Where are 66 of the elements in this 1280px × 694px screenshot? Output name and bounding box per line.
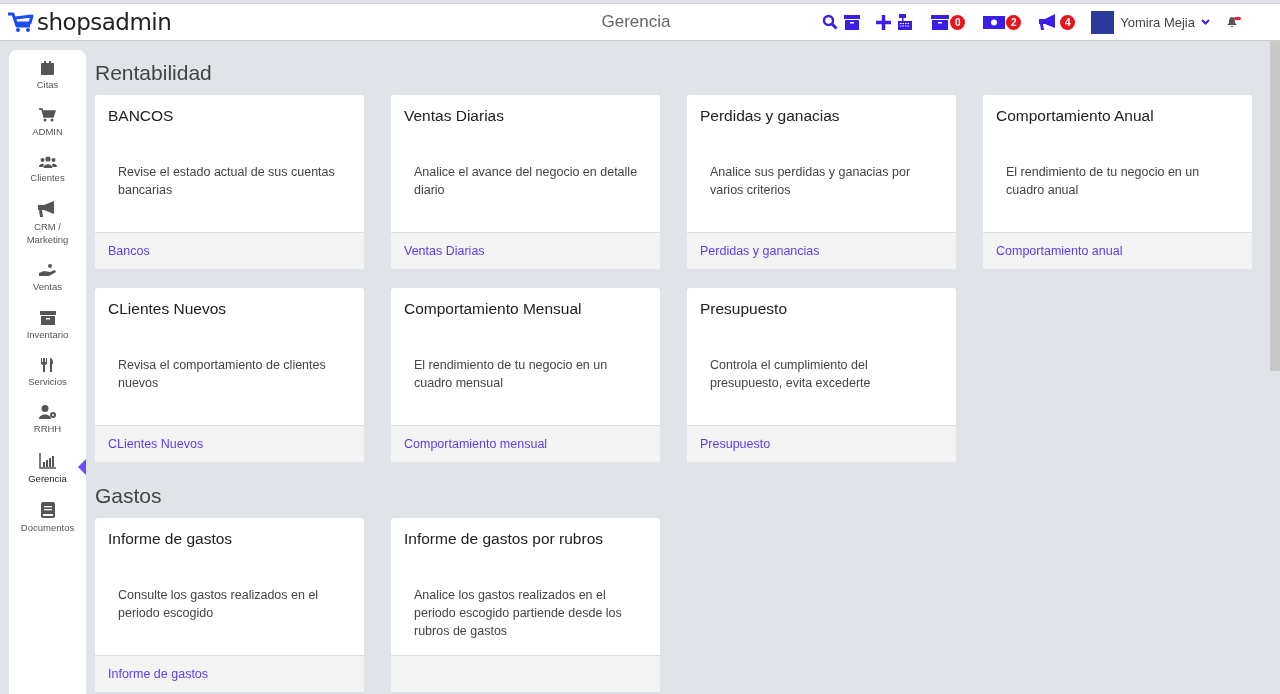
cash-register-icon[interactable] [897,14,914,30]
active-pointer-icon [78,458,86,475]
section-title: Rentabilidad [95,61,213,85]
card-title: Perdidas y ganacias [699,106,841,125]
megaphone-icon [38,200,57,217]
calendar-icon [41,61,54,75]
utensils-icon [41,358,54,373]
sidebar-item[interactable]: Servicios [9,355,86,403]
archive-icon[interactable] [844,14,861,30]
sidebar-item[interactable]: Ventas [9,260,86,308]
card-description: El rendimiento de tu negocio en un cuadro anual [1005,164,1201,199]
card-description: Revise el estado actual de sus cuentas bancarias [117,164,336,199]
card-link[interactable]: Comportamiento anual [996,244,1123,258]
bell-icon[interactable] [1226,15,1242,29]
user-name[interactable]: Yomira Mejia [1120,14,1195,30]
card-link[interactable]: Informe de gastos [108,667,209,681]
card-link[interactable]: Ventas Diarias [404,244,485,258]
user-gear-icon [38,405,57,420]
count-badge: 2 [1006,14,1022,30]
sidebar-item[interactable]: Documentos [9,498,86,549]
card-description: El rendimiento de tu negocio en un cuadro mensual [413,357,609,392]
sidebar-item[interactable]: Inventario [9,307,86,356]
sidebar-item[interactable]: Clientes [9,152,86,198]
avatar-image [1091,10,1115,34]
card-link[interactable]: Presupuesto [700,437,771,451]
card-description: Analice los gastos realizados en el periodo escogido partiende desde los rubros de gastos [413,587,623,640]
sidebar-item[interactable]: Citas [9,58,86,106]
card-title: CLientes Nuevos [107,299,228,318]
card-title: Ventas Diarias [403,106,505,125]
card-description: Analice el avance del negocio en detalle diario [413,164,639,199]
plus-icon[interactable] [876,14,892,30]
page-title: Gerencia [600,12,672,32]
bar-chart-icon [39,452,56,469]
card-link[interactable]: CLientes Nuevos [108,437,204,451]
logo-text: shopsadmin [37,9,172,35]
card-description: Consulte los gastos realizados en el periodo escogido [117,587,320,622]
card-link[interactable]: Perdidas y ganancias [700,244,820,258]
cart-logo-icon [6,10,36,34]
count-badge: 4 [1060,14,1076,30]
card-description: Revisa el comportamiento de clientes nuevos [117,357,327,392]
archive-icon[interactable] [931,14,950,30]
chevron-down-icon[interactable] [1201,19,1210,25]
sidebar-item[interactable]: CRM / Marketing [9,197,86,261]
sidebar-item[interactable]: Gerencia [9,449,86,499]
card-title: Comportamiento Anual [995,106,1155,125]
banknote-icon[interactable] [983,15,1006,29]
book-icon [40,501,55,518]
card-title: Informe de gastos por rubros [403,529,605,548]
count-badge: 0 [950,14,966,30]
cart-icon [39,108,56,123]
sidebar-item[interactable]: ADMIN [9,105,86,153]
card-title: Comportamiento Mensual [403,299,583,318]
card-title: Presupuesto [699,299,789,318]
card-description: Controla el cumplimiento del presupuesto, evita excederte [709,357,872,392]
scrollbar[interactable] [1270,41,1280,371]
sidebar-item[interactable]: RRHH [9,402,86,450]
users-icon [38,155,57,168]
card-title: BANCOS [107,106,175,125]
archive-icon [39,310,56,325]
card-description: Analice sus perdidas y ganacias por varios criterios [709,164,912,199]
card-title: Informe de gastos [107,529,234,548]
section-title: Gastos [95,484,163,508]
card-link[interactable]: Bancos [108,244,150,258]
hand-coin-icon [39,263,56,278]
card-link[interactable]: Comportamiento mensual [404,437,548,451]
search-icon[interactable] [822,14,839,30]
